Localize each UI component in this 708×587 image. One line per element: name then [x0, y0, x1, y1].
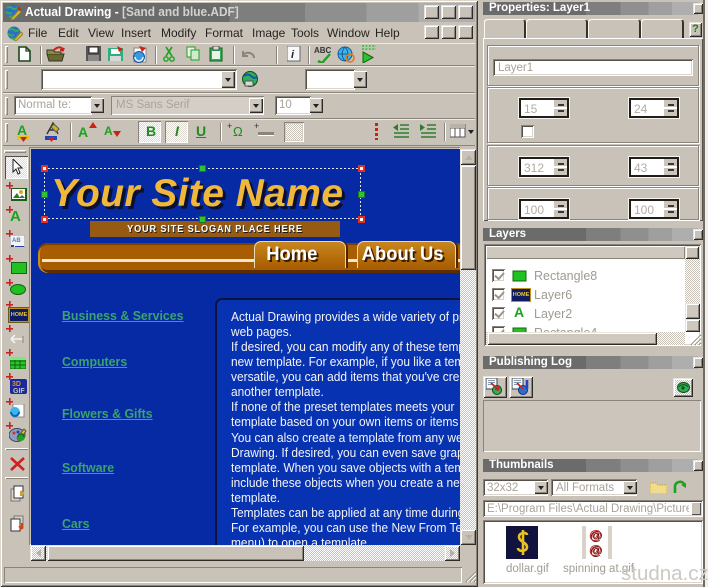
svg-text:AB: AB — [12, 238, 21, 244]
svg-text:3D: 3D — [12, 381, 21, 388]
svg-text:GIF: GIF — [13, 388, 25, 394]
